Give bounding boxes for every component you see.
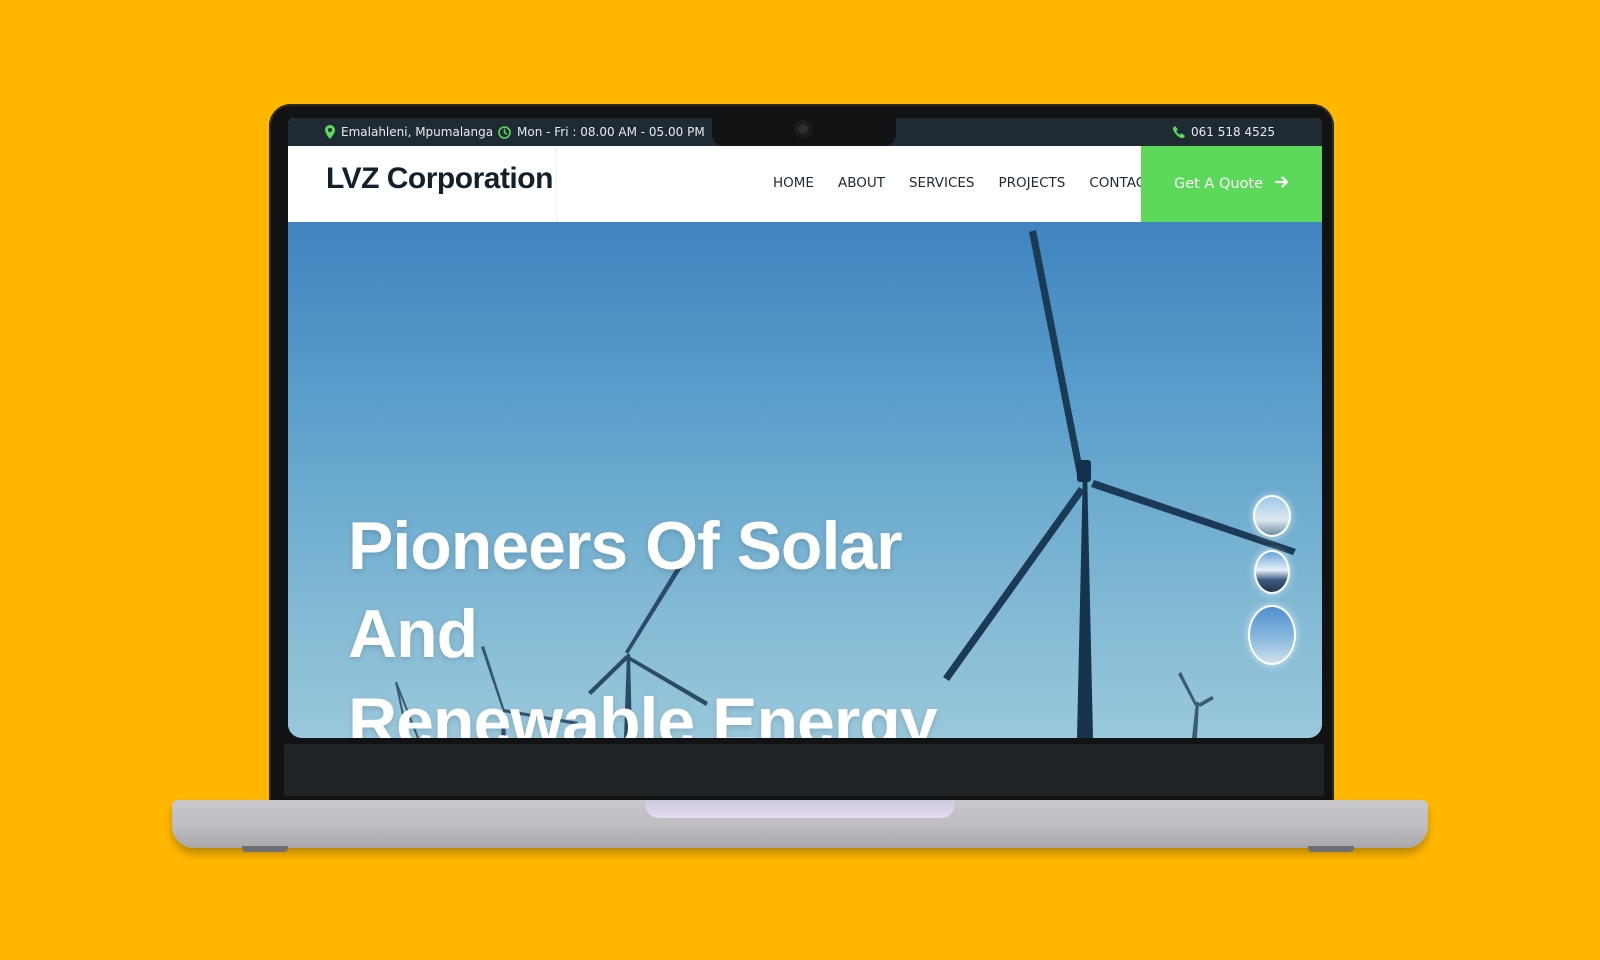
get-a-quote-label: Get A Quote <box>1173 176 1264 192</box>
nav-home[interactable]: HOME <box>773 175 814 191</box>
phone-icon <box>1173 126 1185 138</box>
nav-services[interactable]: SERVICES <box>909 175 974 191</box>
hero-title-line-2: Renewable Energy <box>348 684 938 738</box>
site-header: LVZ Corporation HOME ABOUT SERVICES PROJ… <box>288 146 1322 222</box>
brand-logo[interactable]: LVZ Corporation <box>326 162 553 196</box>
laptop-foot-right <box>1308 846 1354 852</box>
slide-thumbnail-3[interactable] <box>1248 605 1296 665</box>
phone-text: 061 518 4525 <box>1191 125 1275 139</box>
phone-info[interactable]: 061 518 4525 <box>1173 125 1275 139</box>
location-text: Emalahleni, Mpumalanga <box>341 125 494 139</box>
slide-thumbnail-2[interactable] <box>1254 550 1290 594</box>
slide-thumbnail-1[interactable] <box>1253 495 1291 537</box>
laptop-screen: Emalahleni, Mpumalanga Mon - Fri : 08.00… <box>288 118 1322 738</box>
hours-info: Mon - Fri : 08.00 AM - 05.00 PM <box>498 125 705 139</box>
nav-about[interactable]: ABOUT <box>838 175 885 191</box>
laptop-foot-left <box>242 846 288 852</box>
map-pin-icon <box>325 125 335 139</box>
nav-projects[interactable]: PROJECTS <box>998 175 1065 191</box>
laptop-bezel-bottom <box>284 744 1324 796</box>
hero-title: Pioneers Of Solar And Renewable Energy <box>348 502 1028 738</box>
location-info: Emalahleni, Mpumalanga <box>325 125 493 139</box>
hero-title-line-1: Pioneers Of Solar And <box>348 508 903 672</box>
laptop-opening-notch <box>645 800 955 818</box>
header-divider <box>556 146 557 222</box>
get-a-quote-button[interactable]: Get A Quote <box>1141 146 1322 222</box>
clock-icon <box>498 125 511 139</box>
hours-text: Mon - Fri : 08.00 AM - 05.00 PM <box>517 125 705 139</box>
hero-section: Pioneers Of Solar And Renewable Energy <box>288 222 1322 738</box>
arrow-right-icon <box>1274 175 1289 193</box>
main-nav: HOME ABOUT SERVICES PROJECTS CONTACT <box>773 175 1153 191</box>
webcam-icon <box>794 120 812 138</box>
